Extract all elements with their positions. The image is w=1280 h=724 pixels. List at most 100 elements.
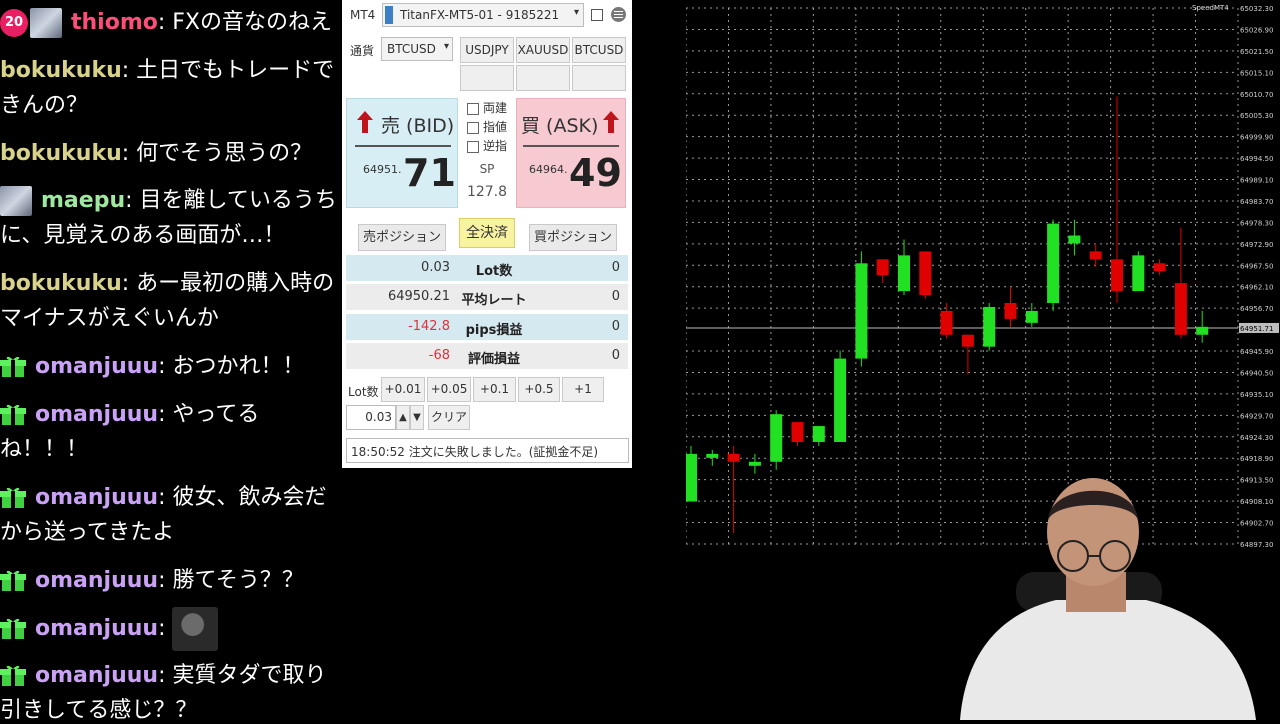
gift-icon <box>0 664 26 688</box>
window-toggle-icon[interactable] <box>591 9 603 21</box>
chat-username[interactable]: omanjuuu <box>35 616 158 641</box>
lot-add-005-button[interactable]: +0.05 <box>427 377 471 402</box>
candle-bearish <box>1153 263 1166 272</box>
chat-text: おつかれ！！ <box>172 354 305 379</box>
gift-icon <box>0 569 26 593</box>
chat-username[interactable]: thiomo <box>71 10 158 35</box>
chat-username[interactable]: omanjuuu <box>35 663 158 688</box>
y-tick-label: 64935.10 <box>1240 391 1273 399</box>
user-avatar-icon <box>0 186 32 216</box>
candle-bearish <box>1004 302 1017 319</box>
candle-bearish <box>727 453 740 462</box>
menu-icon[interactable] <box>611 7 626 22</box>
symbol-select[interactable]: BTCUSD ▾ <box>381 37 453 61</box>
ask-label: 買 (ASK) <box>521 115 599 137</box>
lot-add-1-button[interactable]: +1 <box>562 377 604 402</box>
streamer-webcam-image <box>960 478 1256 720</box>
candle-bullish <box>1025 310 1038 323</box>
avg-rate-row: 64950.21 平均レート 0 <box>346 284 628 310</box>
candle-bullish <box>1196 326 1209 335</box>
chat-message: omanjuuu: おつかれ！！ <box>0 349 338 384</box>
lot-add-001-button[interactable]: +0.01 <box>381 377 425 402</box>
buy-ask-button[interactable]: 買 (ASK) 64964. 49 <box>516 98 626 208</box>
y-tick-label: 64962.10 <box>1240 284 1273 292</box>
chat-username[interactable]: omanjuuu <box>35 568 158 593</box>
candle-bearish <box>876 259 889 276</box>
y-tick-label: 64924.30 <box>1240 434 1273 442</box>
y-tick-label: 64967.50 <box>1240 262 1273 270</box>
y-tick-label: 64918.90 <box>1240 455 1273 463</box>
arrow-up-icon <box>357 111 373 133</box>
webcam-overlay <box>946 472 1280 720</box>
chat-message: 20 thiomo: FXの音なのねえ <box>0 5 338 40</box>
lot-add-01-button[interactable]: +0.1 <box>473 377 516 402</box>
chevron-down-icon: ▾ <box>443 41 449 52</box>
candle-bullish <box>706 453 719 458</box>
candle-bullish <box>812 426 825 442</box>
account-select[interactable]: TitanFX-MT5-01 - 9185221 ▾ <box>382 3 584 27</box>
chat-message: bokukuku: あー最初の購入時のマイナスがえぐいんか <box>0 271 335 331</box>
chat-message: bokukuku: 何でそう思うの？ <box>0 141 313 166</box>
candle-bullish <box>770 414 783 462</box>
lot-decrement-icon[interactable]: ▼ <box>410 405 424 430</box>
platform-label: MT4 <box>350 8 376 22</box>
chat-username[interactable]: bokukuku <box>0 271 122 296</box>
lot-add-05-button[interactable]: +0.5 <box>518 377 560 402</box>
chat-username[interactable]: omanjuuu <box>35 402 158 427</box>
chat-message: bokukuku: 土日でもトレードできんの？ <box>0 58 335 118</box>
spread-label: SP <box>479 162 495 176</box>
y-tick-label: 64940.50 <box>1240 369 1273 377</box>
hedge-checkbox[interactable]: 両建 <box>467 99 507 116</box>
arrow-up-icon <box>603 111 619 133</box>
user-avatar-icon <box>30 8 62 38</box>
status-message: 18:50:52 注文に失敗しました。(証拠金不足) <box>346 438 629 463</box>
y-tick-label: 65032.30 <box>1240 5 1273 13</box>
clear-button[interactable]: クリア <box>428 405 470 430</box>
symbol-button-usdjpy[interactable]: USDJPY <box>460 37 514 63</box>
ask-price-big: 49 <box>569 151 622 195</box>
symbol-button-empty[interactable] <box>460 65 514 91</box>
y-tick-label: 65021.50 <box>1240 48 1273 56</box>
y-tick-label: 65015.10 <box>1240 69 1273 77</box>
candlestick-chart: 65032.30 65026.90 65021.50 65015.10 65010.70… <box>685 4 1279 549</box>
candle-bullish <box>1047 223 1060 303</box>
chat-username[interactable]: omanjuuu <box>35 354 158 379</box>
candle-bullish <box>1132 255 1145 292</box>
limit-checkbox[interactable]: 指値 <box>467 118 507 135</box>
bid-price-prefix: 64951. <box>363 163 402 176</box>
buy-position-button[interactable]: 買ポジション <box>529 224 617 251</box>
y-tick-label: 65010.70 <box>1240 91 1273 99</box>
chat-username[interactable]: omanjuuu <box>35 485 158 510</box>
current-price-label: 64951.71 <box>1240 325 1273 333</box>
chart-title: SpeedMT4 <box>1192 4 1229 12</box>
lot-quantity-input[interactable]: 0.03 <box>346 405 396 430</box>
symbol-button-btcusd[interactable]: BTCUSD <box>572 37 626 63</box>
price-chart[interactable]: 65032.30 65026.90 65021.50 65015.10 65010.70… <box>685 0 1280 552</box>
account-select-value: TitanFX-MT5-01 - 9185221 <box>400 8 560 22</box>
sell-bid-button[interactable]: 売 (BID) 64951. 71 <box>346 98 458 208</box>
candle-bullish <box>834 358 847 442</box>
chat-message: omanjuuu: 実質タダで取り引きしてる感じ？？ <box>0 658 338 720</box>
chat-username[interactable]: bokukuku <box>0 58 122 83</box>
y-tick-label: 64929.70 <box>1240 412 1273 420</box>
bid-label: 売 (BID) <box>381 115 455 137</box>
chat-username[interactable]: bokukuku <box>0 141 122 166</box>
candle-bullish <box>898 255 910 292</box>
close-all-button[interactable]: 全決済 <box>459 218 515 248</box>
sell-position-button[interactable]: 売ポジション <box>358 224 446 251</box>
y-tick-label: 65026.90 <box>1240 26 1273 34</box>
sub-badge: 20 <box>0 9 28 37</box>
ask-price-prefix: 64964. <box>529 163 568 176</box>
chat-message: maepu: 目を離しているうちに、見覚えのある画面が…！ <box>0 186 337 248</box>
lot-increment-icon[interactable]: ▲ <box>396 405 410 430</box>
chat-username[interactable]: maepu <box>41 188 125 213</box>
candle-bearish <box>919 251 932 296</box>
symbol-button-empty[interactable] <box>516 65 570 91</box>
emote-image <box>172 607 219 651</box>
symbol-button-xauusd[interactable]: XAUUSD <box>516 37 570 63</box>
chat-message: omanjuuu: 勝てそう？？ <box>0 563 338 598</box>
symbol-button-empty[interactable] <box>572 65 626 91</box>
stop-checkbox[interactable]: 逆指 <box>467 137 507 154</box>
y-tick-label: 64983.70 <box>1240 198 1273 206</box>
candle-bearish <box>791 422 804 442</box>
